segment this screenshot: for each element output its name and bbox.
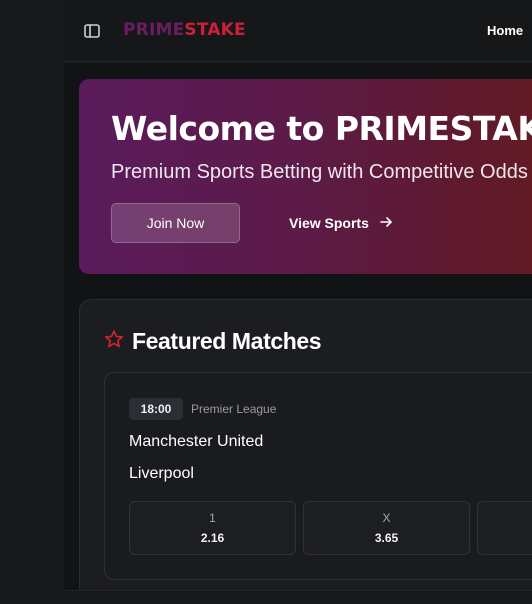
view-sports-label: View Sports [289, 215, 369, 231]
left-rail [0, 0, 64, 604]
odds-draw-value: 3.65 [374, 531, 399, 545]
nav-home-link[interactable]: Home [487, 23, 523, 38]
odds-draw-button[interactable]: X 3.65 [303, 501, 470, 555]
home-team: Manchester United [129, 433, 264, 450]
match-league: Premier League [191, 402, 277, 416]
featured-title: Featured Matches [132, 328, 322, 354]
featured-matches-section: Featured Matches 18:00 Premier League Ma… [79, 299, 532, 590]
featured-header: Featured Matches [104, 328, 322, 355]
logo-prime-text: PRIME [123, 20, 185, 40]
away-team: Liverpool [129, 465, 194, 482]
odds-home-button[interactable]: 1 2.16 [129, 501, 296, 555]
main-content: Welcome to PRIMESTAKE Premium Sports Bet… [64, 63, 532, 590]
bottom-edge [64, 590, 532, 604]
odds-home-label: 1 [209, 511, 216, 525]
hero-title: Welcome to PRIMESTAKE [111, 109, 532, 148]
logo-stake-text: STAKE [184, 20, 246, 40]
match-time-badge: 18:00 [129, 398, 183, 420]
hero-subtitle: Premium Sports Betting with Competitive … [111, 161, 528, 183]
odds-home-value: 2.16 [200, 531, 225, 545]
odds-draw-label: X [382, 511, 391, 525]
brand-logo[interactable]: PRIMESTAKE [123, 20, 246, 40]
top-navbar: PRIMESTAKE Home [64, 0, 532, 62]
join-now-button[interactable]: Join Now [111, 203, 240, 243]
star-icon [104, 329, 124, 354]
sidebar-toggle-icon[interactable] [83, 22, 101, 40]
odds-away-button[interactable] [477, 501, 532, 555]
arrow-right-icon [379, 215, 393, 232]
match-card[interactable]: 18:00 Premier League Manchester United L… [104, 372, 532, 580]
view-sports-link[interactable]: View Sports [289, 203, 393, 243]
hero-banner: Welcome to PRIMESTAKE Premium Sports Bet… [79, 79, 532, 274]
